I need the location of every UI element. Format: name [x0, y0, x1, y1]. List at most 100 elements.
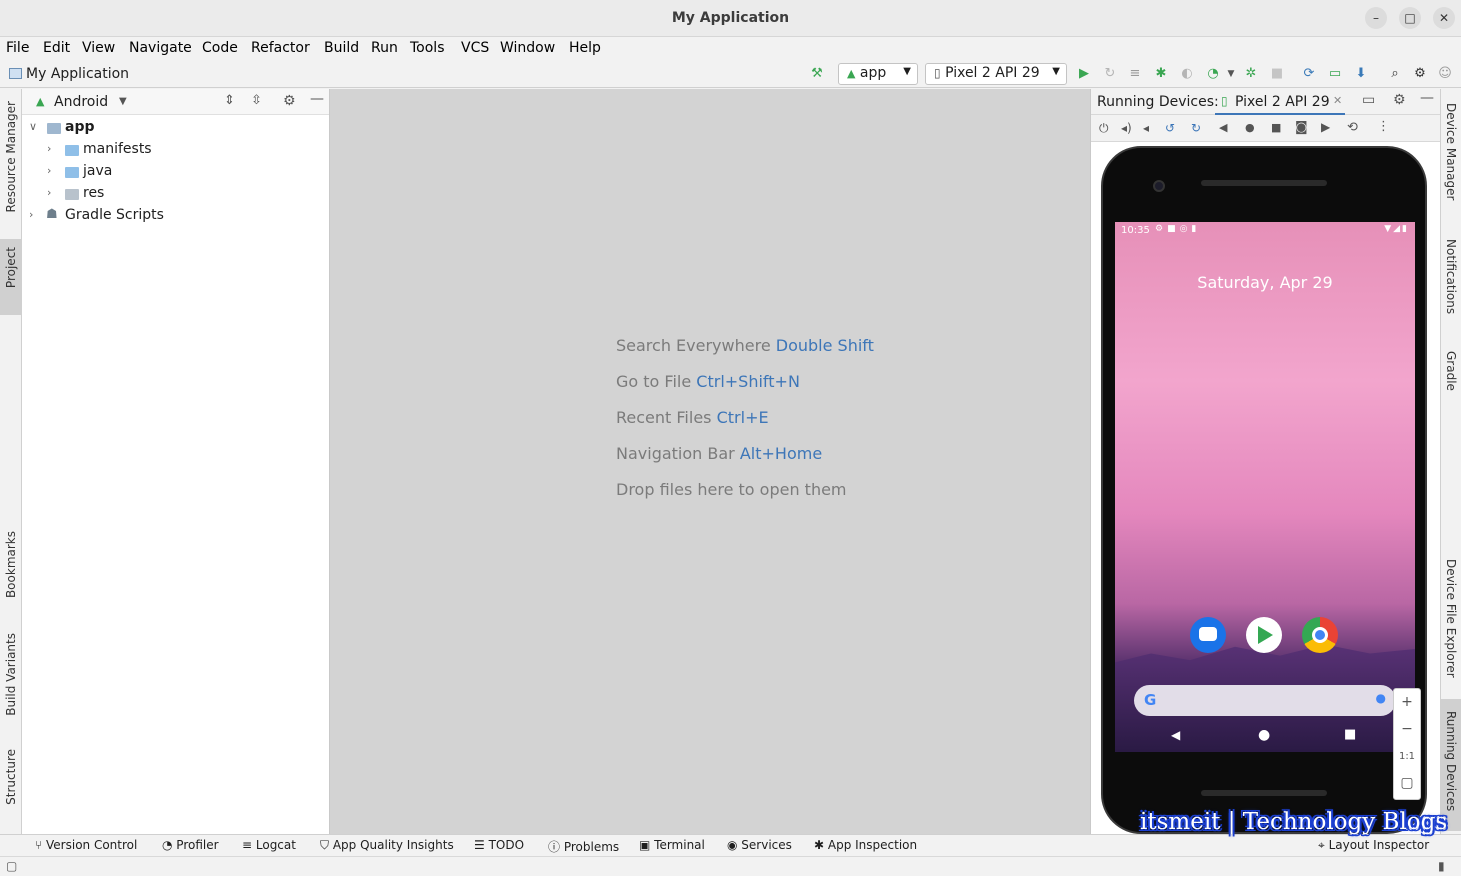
tree-item-gradle-scripts[interactable]: › ☗ Gradle Scripts — [22, 206, 330, 228]
tree-item-res[interactable]: › res — [22, 184, 330, 206]
chevron-right-icon[interactable]: › — [47, 164, 51, 177]
zoom-fit-icon[interactable]: ▢ — [1394, 770, 1420, 797]
menu-edit[interactable]: Edit — [43, 40, 70, 56]
menu-file[interactable]: File — [6, 40, 29, 56]
tab-problems[interactable]: ⓘ Problems — [548, 838, 619, 855]
menu-help[interactable]: Help — [569, 40, 601, 56]
apply-changes-icon[interactable]: ≡ — [1127, 66, 1143, 82]
coverage-icon[interactable]: ◐ — [1179, 66, 1195, 82]
menu-navigate[interactable]: Navigate — [129, 40, 192, 56]
stop-icon[interactable]: ■ — [1269, 66, 1285, 82]
tab-gradle[interactable]: Gradle — [1441, 345, 1461, 401]
more-icon[interactable]: ⋮ — [1377, 119, 1390, 134]
sync-gradle-icon[interactable]: ⟳ — [1301, 66, 1317, 82]
chevron-down-icon[interactable]: ▼ — [119, 96, 127, 107]
debug-icon[interactable]: ✱ — [1153, 66, 1169, 82]
tab-todo[interactable]: ☰ TODO — [474, 838, 524, 852]
overview-icon[interactable]: ■ — [1271, 121, 1281, 134]
device-manager-icon[interactable]: ▭ — [1327, 66, 1343, 82]
tree-item-manifests[interactable]: › manifests — [22, 140, 330, 162]
chevron-right-icon[interactable]: › — [29, 208, 33, 221]
tab-app-quality-insights[interactable]: ⛉ App Quality Insights — [320, 838, 454, 853]
play-store-app-icon[interactable] — [1246, 617, 1282, 653]
zoom-out-icon[interactable]: − — [1394, 716, 1420, 743]
gear-icon[interactable]: ⚙ — [283, 93, 296, 109]
chevron-right-icon[interactable]: › — [47, 186, 51, 199]
menu-code[interactable]: Code — [202, 40, 238, 56]
zoom-in-icon[interactable]: + — [1394, 689, 1420, 716]
tab-device-file-explorer[interactable]: Device File Explorer — [1441, 555, 1461, 687]
account-icon[interactable]: ☺ — [1437, 66, 1453, 82]
back-icon[interactable]: ◀ — [1219, 121, 1227, 134]
run-config-select[interactable]: ▲ app ▼ — [838, 63, 918, 85]
editor-area[interactable]: Search Everywhere Double Shift Go to Fil… — [330, 89, 1090, 834]
menu-tools[interactable]: Tools — [410, 40, 445, 56]
device-screen[interactable]: 10:35 ⚙■◎▮ ▼◢▮ Saturday, Apr 29 G ● ◀ ● … — [1115, 222, 1415, 752]
home-icon[interactable]: ● — [1245, 121, 1255, 134]
tree-item-java[interactable]: › java — [22, 162, 330, 184]
tab-build-variants[interactable]: Build Variants — [0, 629, 22, 729]
tab-project[interactable]: Project — [0, 239, 22, 315]
hide-icon[interactable]: — — [310, 91, 324, 107]
assistant-icon[interactable]: ● — [1376, 691, 1386, 705]
maximize-icon[interactable]: ▭ — [1362, 92, 1375, 108]
tab-resource-manager[interactable]: Resource Manager — [0, 95, 22, 225]
tab-device-manager[interactable]: Device Manager — [1441, 97, 1461, 213]
camera-icon[interactable]: ◙ — [1295, 120, 1308, 135]
tree-item-app[interactable]: ∨ app — [22, 118, 330, 140]
power-icon[interactable]: ⏻ — [1099, 121, 1109, 136]
search-icon[interactable]: ⌕ — [1387, 66, 1403, 82]
messages-app-icon[interactable] — [1190, 617, 1226, 653]
project-view-select[interactable]: Android — [54, 94, 108, 110]
device-tab[interactable]: ▯ Pixel 2 API 29 ✕ — [1215, 89, 1345, 115]
rotate-left-icon[interactable]: ↺ — [1165, 121, 1175, 135]
device-select[interactable]: ▯ Pixel 2 API 29 ▼ — [925, 63, 1067, 85]
chevron-down-icon[interactable]: ▼ — [1223, 66, 1239, 82]
menu-build[interactable]: Build — [324, 40, 359, 56]
volume-up-icon[interactable]: ◂) — [1121, 121, 1132, 135]
tab-layout-inspector[interactable]: ⌖ Layout Inspector — [1318, 838, 1429, 853]
reset-icon[interactable]: ⟲ — [1347, 120, 1358, 135]
nav-home-icon[interactable]: ● — [1258, 727, 1270, 743]
profile-icon[interactable]: ◔ — [1205, 66, 1221, 82]
gear-icon[interactable]: ⚙ — [1393, 92, 1406, 108]
chrome-app-icon[interactable] — [1302, 617, 1338, 653]
tab-terminal[interactable]: ▣ Terminal — [639, 838, 705, 852]
event-log-icon[interactable]: ▮ — [1438, 859, 1445, 873]
menu-view[interactable]: View — [82, 40, 115, 56]
project-breadcrumb[interactable]: My Application — [9, 66, 129, 82]
chevron-right-icon[interactable]: › — [47, 142, 51, 155]
collapse-all-icon[interactable]: ⇳ — [251, 93, 262, 108]
menu-refactor[interactable]: Refactor — [251, 40, 310, 56]
hammer-icon[interactable]: ⚒ — [809, 66, 825, 82]
attach-debugger-icon[interactable]: ✲ — [1243, 66, 1259, 82]
rotate-right-icon[interactable]: ↻ — [1191, 121, 1201, 135]
tab-bookmarks[interactable]: Bookmarks — [0, 527, 22, 611]
tab-services[interactable]: ◉ Services — [727, 838, 792, 852]
maximize-button[interactable]: □ — [1399, 7, 1421, 29]
toggle-tool-windows-icon[interactable]: ▢ — [6, 859, 17, 873]
tab-version-control[interactable]: ⑂ Version Control — [35, 838, 137, 852]
google-search-bar[interactable]: G ● — [1134, 685, 1396, 716]
record-icon[interactable]: ▶ — [1321, 120, 1330, 134]
gear-icon[interactable]: ⚙ — [1412, 66, 1428, 82]
tab-structure[interactable]: Structure — [0, 745, 22, 825]
volume-down-icon[interactable]: ◂ — [1143, 121, 1149, 135]
run-icon[interactable]: ▶ — [1076, 66, 1092, 82]
minimize-button[interactable]: – — [1365, 7, 1387, 29]
tab-profiler[interactable]: ◔ Profiler — [162, 838, 219, 852]
tab-app-inspection[interactable]: ✱ App Inspection — [814, 838, 917, 852]
chevron-down-icon[interactable]: ∨ — [29, 120, 37, 133]
menu-vcs[interactable]: VCS — [461, 40, 489, 56]
sdk-manager-icon[interactable]: ⬇ — [1353, 66, 1369, 82]
menu-window[interactable]: Window — [500, 40, 555, 56]
expand-all-icon[interactable]: ⇕ — [224, 93, 235, 108]
hide-icon[interactable]: — — [1420, 90, 1434, 106]
rerun-icon[interactable]: ↻ — [1102, 66, 1118, 82]
tab-notifications[interactable]: Notifications — [1441, 233, 1461, 321]
nav-recents-icon[interactable]: ■ — [1344, 727, 1356, 742]
tab-logcat[interactable]: ≡ Logcat — [242, 838, 296, 852]
close-button[interactable]: ✕ — [1433, 7, 1455, 29]
menu-run[interactable]: Run — [371, 40, 398, 56]
nav-back-icon[interactable]: ◀ — [1171, 728, 1180, 742]
